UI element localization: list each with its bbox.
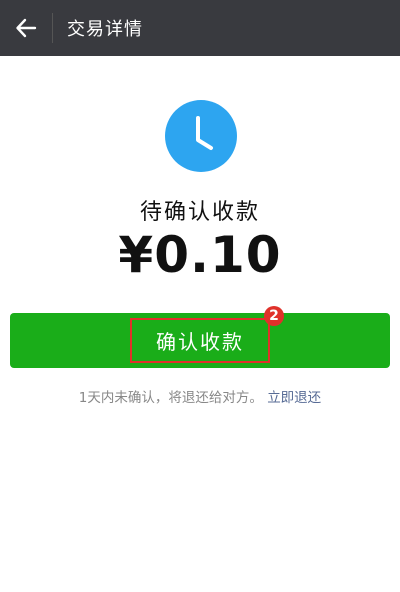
confirm-receipt-label: 确认收款 bbox=[156, 330, 244, 354]
page-title: 交易详情 bbox=[67, 19, 143, 40]
confirm-receipt-highlight: 确认收款 2 bbox=[130, 306, 284, 363]
transaction-amount: ¥0.10 bbox=[118, 226, 282, 284]
back-button[interactable] bbox=[0, 0, 52, 56]
back-arrow-icon bbox=[16, 18, 37, 38]
top-bar: 交易详情 bbox=[0, 0, 400, 56]
step-badge: 2 bbox=[264, 306, 284, 326]
header-divider bbox=[52, 13, 53, 43]
confirm-receipt-button[interactable]: 确认收款 2 bbox=[10, 306, 390, 368]
transaction-status: 待确认收款 bbox=[139, 200, 260, 225]
refund-notice: 1天内未确认，将退还给对方。 立即退还 bbox=[0, 386, 400, 406]
pending-clock-icon bbox=[165, 100, 237, 172]
refund-now-link[interactable]: 立即退还 bbox=[267, 390, 321, 406]
refund-notice-text: 1天内未确认，将退还给对方。 bbox=[78, 390, 263, 406]
